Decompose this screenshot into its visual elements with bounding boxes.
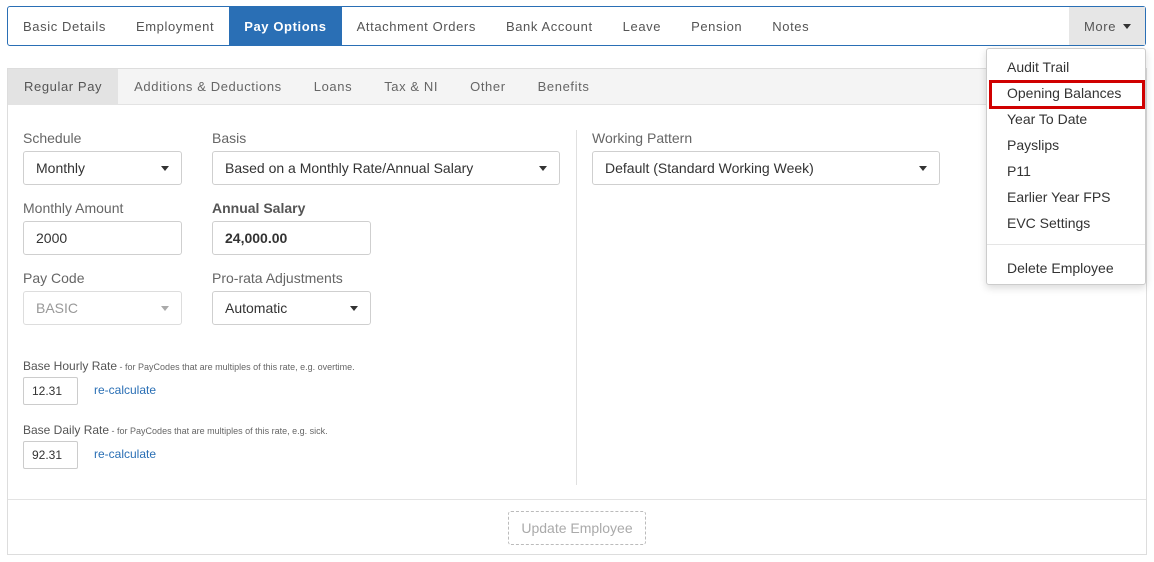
base-daily-input[interactable]: 92.31 <box>23 441 78 469</box>
tab-pay-options[interactable]: Pay Options <box>229 7 342 45</box>
base-hourly-input[interactable]: 12.31 <box>23 377 78 405</box>
base-daily-recalculate-link[interactable]: re-calculate <box>94 447 156 461</box>
prorata-label: Pro-rata Adjustments <box>212 270 343 286</box>
annual-salary-label: Annual Salary <box>212 200 306 216</box>
more-label: More <box>1084 18 1117 34</box>
menu-item-opening-balances[interactable]: Opening Balances <box>1007 85 1121 101</box>
chevron-down-icon <box>161 305 169 311</box>
base-hourly-hint: - for PayCodes that are multiples of thi… <box>117 362 355 372</box>
menu-item-year-to-date[interactable]: Year To Date <box>1007 111 1087 127</box>
pay-code-value: BASIC <box>36 300 79 316</box>
prorata-select[interactable]: Automatic <box>212 291 371 325</box>
tab-bank-account[interactable]: Bank Account <box>491 7 608 45</box>
menu-item-delete-employee[interactable]: Delete Employee <box>1007 260 1114 276</box>
tab-employment[interactable]: Employment <box>121 7 229 45</box>
base-daily-label: Base Daily Rate - for PayCodes that are … <box>23 423 328 437</box>
basis-value: Based on a Monthly Rate/Annual Salary <box>225 160 474 176</box>
base-daily-label-text: Base Daily Rate <box>23 423 110 437</box>
subtab-other[interactable]: Other <box>454 69 522 104</box>
working-pattern-select[interactable]: Default (Standard Working Week) <box>592 151 940 185</box>
chevron-down-icon <box>539 165 547 171</box>
base-hourly-label: Base Hourly Rate - for PayCodes that are… <box>23 359 355 373</box>
panel-footer: Update Employee <box>8 499 1146 555</box>
base-hourly-recalculate-link[interactable]: re-calculate <box>94 383 156 397</box>
pay-code-label: Pay Code <box>23 270 85 286</box>
employee-tabs: Basic Details Employment Pay Options Att… <box>7 6 1146 46</box>
subtab-benefits[interactable]: Benefits <box>522 69 606 104</box>
chevron-down-icon <box>919 165 927 171</box>
column-divider <box>576 130 577 485</box>
working-pattern-label: Working Pattern <box>592 130 693 146</box>
monthly-amount-label: Monthly Amount <box>23 200 124 216</box>
tab-pension[interactable]: Pension <box>676 7 757 45</box>
tab-basic-details[interactable]: Basic Details <box>8 7 121 45</box>
base-daily-hint: - for PayCodes that are multiples of thi… <box>109 426 328 436</box>
update-employee-button[interactable]: Update Employee <box>508 511 646 545</box>
subtab-loans[interactable]: Loans <box>298 69 368 104</box>
chevron-down-icon <box>350 305 358 311</box>
annual-salary-input[interactable]: 24,000.00 <box>212 221 371 255</box>
menu-item-p11[interactable]: P11 <box>1007 163 1031 179</box>
schedule-value: Monthly <box>36 160 86 176</box>
subtab-regular-pay[interactable]: Regular Pay <box>8 69 119 104</box>
tab-leave[interactable]: Leave <box>608 7 676 45</box>
pay-subtabs: Regular Pay Additions & Deductions Loans… <box>8 69 1146 105</box>
working-pattern-value: Default (Standard Working Week) <box>605 160 814 176</box>
menu-divider <box>987 244 1145 245</box>
menu-item-payslips[interactable]: Payslips <box>1007 137 1059 153</box>
menu-item-audit-trail[interactable]: Audit Trail <box>1007 59 1069 75</box>
base-hourly-label-text: Base Hourly Rate <box>23 359 118 373</box>
menu-item-earlier-year-fps[interactable]: Earlier Year FPS <box>1007 189 1111 205</box>
schedule-select[interactable]: Monthly <box>23 151 182 185</box>
chevron-down-icon <box>161 165 169 171</box>
pay-code-select: BASIC <box>23 291 182 325</box>
basis-select[interactable]: Based on a Monthly Rate/Annual Salary <box>212 151 560 185</box>
schedule-label: Schedule <box>23 130 82 146</box>
monthly-amount-input[interactable]: 2000 <box>23 221 182 255</box>
more-dropdown-button[interactable]: More <box>1069 7 1145 45</box>
pay-options-panel: Regular Pay Additions & Deductions Loans… <box>7 68 1147 555</box>
basis-label: Basis <box>212 130 247 146</box>
tab-notes[interactable]: Notes <box>757 7 824 45</box>
subtab-tax-ni[interactable]: Tax & NI <box>368 69 454 104</box>
menu-item-evc-settings[interactable]: EVC Settings <box>1007 215 1090 231</box>
tab-spacer <box>824 7 1069 45</box>
tab-attachment-orders[interactable]: Attachment Orders <box>342 7 491 45</box>
chevron-down-icon <box>1123 23 1132 29</box>
prorata-value: Automatic <box>225 300 288 316</box>
more-dropdown-menu: Audit Trail Opening Balances Year To Dat… <box>986 48 1146 285</box>
subtab-additions-deductions[interactable]: Additions & Deductions <box>118 69 298 104</box>
